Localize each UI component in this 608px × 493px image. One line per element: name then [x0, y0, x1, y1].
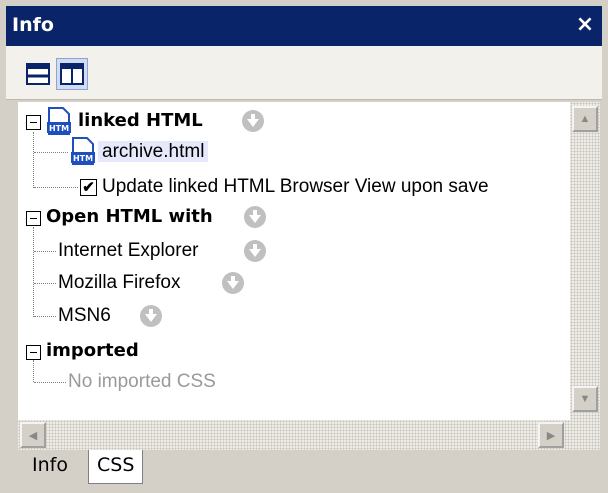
browser-item-internet-explorer[interactable]: Internet Explorer: [58, 236, 198, 266]
tree-connector: [33, 360, 34, 382]
tree-connector: [33, 132, 34, 188]
go-arrow-icon[interactable]: [244, 206, 266, 228]
tree-connector: [34, 152, 68, 153]
tab-info[interactable]: Info: [24, 450, 76, 484]
svg-text:HTM: HTM: [73, 154, 93, 163]
linked-file-item[interactable]: archive.html: [98, 137, 209, 167]
browser-item-mozilla-firefox[interactable]: Mozilla Firefox: [58, 268, 180, 298]
tree-connector: [34, 251, 56, 252]
scroll-up-button[interactable]: ▲: [572, 106, 598, 132]
go-arrow-icon[interactable]: [140, 305, 162, 327]
go-arrow-icon[interactable]: [244, 240, 266, 262]
open-with-label: Open HTML with: [46, 206, 213, 227]
horizontal-layout-icon: [26, 63, 50, 85]
tree-connector: [33, 227, 34, 317]
tree-connector: [34, 382, 66, 383]
tree-connector: [34, 187, 78, 188]
collapse-open-with-toggle[interactable]: [26, 211, 41, 226]
go-arrow-icon[interactable]: [242, 110, 264, 132]
tree-connector: [34, 283, 56, 284]
checkmark-icon: ✔: [82, 179, 95, 196]
scroll-left-button[interactable]: ◀: [20, 422, 46, 448]
browser-item-msn6[interactable]: MSN6: [58, 301, 111, 331]
imported-label: imported: [46, 340, 139, 361]
horizontal-layout-button[interactable]: [22, 58, 54, 90]
title-bar[interactable]: Info ×: [6, 6, 602, 46]
info-window: Info × HTM linked HTML HTM archive.html …: [0, 0, 608, 493]
linked-file-name: archive.html: [98, 141, 209, 162]
tree-connector: [34, 316, 56, 317]
no-imported-css-text: No imported CSS: [68, 371, 216, 392]
htm-file-icon: HTM: [71, 137, 95, 165]
horizontal-scrollbar[interactable]: ◀ ▶: [18, 420, 600, 450]
vertical-layout-icon: [60, 63, 84, 85]
svg-text:HTM: HTM: [49, 124, 69, 133]
tab-bar: Info CSS: [18, 450, 608, 490]
vertical-layout-button[interactable]: [56, 58, 88, 90]
vertical-scrollbar[interactable]: ▲ ▼: [570, 102, 600, 420]
window-title: Info: [12, 14, 54, 36]
close-button[interactable]: ×: [574, 14, 596, 36]
update-browser-view-checkbox[interactable]: ✔: [80, 179, 97, 196]
linked-html-label: linked HTML: [78, 110, 203, 131]
htm-file-icon: HTM: [47, 107, 71, 135]
tab-css[interactable]: CSS: [88, 450, 144, 484]
toolbar: [6, 46, 602, 100]
collapse-imported-toggle[interactable]: [26, 345, 41, 360]
update-browser-view-label: Update linked HTML Browser View upon sav…: [102, 176, 489, 197]
go-arrow-icon[interactable]: [222, 272, 244, 294]
scroll-right-button[interactable]: ▶: [538, 422, 564, 448]
scroll-down-button[interactable]: ▼: [572, 386, 598, 412]
info-tree-panel: HTM linked HTML HTM archive.html ✔ Updat…: [18, 102, 570, 420]
collapse-linked-html-toggle[interactable]: [26, 115, 41, 130]
